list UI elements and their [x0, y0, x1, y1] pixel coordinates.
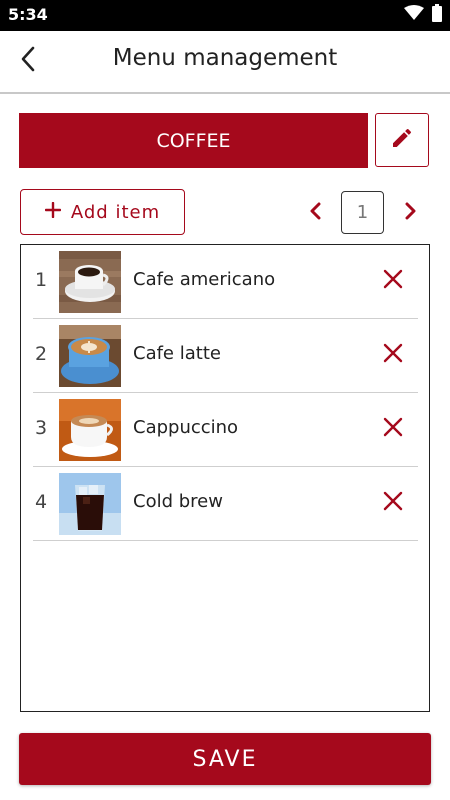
add-item-button[interactable]: Add item: [20, 189, 185, 235]
battery-icon: [432, 4, 442, 26]
item-name: Cafe americano: [133, 269, 276, 290]
page-number: 1: [341, 191, 384, 234]
cappuccino-photo: [59, 399, 121, 461]
pencil-icon: [390, 126, 414, 154]
edit-category-button[interactable]: [375, 113, 429, 167]
list-item[interactable]: 4 Cold brew: [33, 467, 418, 541]
close-icon: [383, 269, 403, 293]
close-icon: [383, 343, 403, 367]
wifi-icon: [404, 5, 424, 25]
item-name: Cappuccino: [133, 417, 239, 438]
latte-photo: [59, 325, 121, 387]
delete-item-button[interactable]: [377, 265, 409, 297]
list-item[interactable]: 2 Cafe latte: [33, 319, 418, 393]
item-number: 1: [34, 269, 48, 291]
americano-photo: [59, 251, 121, 313]
delete-item-button[interactable]: [377, 339, 409, 371]
chevron-right-icon: [405, 202, 417, 224]
close-icon: [383, 491, 403, 515]
category-selector[interactable]: COFFEE: [19, 113, 368, 168]
plus-icon: [44, 201, 62, 223]
status-bar: 5:34: [0, 0, 450, 31]
previous-page-button[interactable]: [300, 198, 330, 228]
cold-brew-photo: [59, 473, 121, 535]
app-bar: Menu management: [0, 31, 450, 94]
next-page-button[interactable]: [396, 198, 426, 228]
add-item-label: Add item: [70, 201, 161, 223]
status-icons: [404, 4, 442, 26]
item-name: Cafe latte: [133, 343, 221, 364]
item-number: 2: [34, 343, 48, 365]
close-icon: [383, 417, 403, 441]
delete-item-button[interactable]: [377, 413, 409, 445]
list-item[interactable]: 1 Cafe americano: [33, 245, 418, 319]
save-button[interactable]: SAVE: [19, 733, 431, 785]
delete-item-button[interactable]: [377, 487, 409, 519]
list-item[interactable]: 3 Cappuccino: [33, 393, 418, 467]
status-time: 5:34: [8, 5, 48, 24]
item-name: Cold brew: [133, 491, 223, 512]
item-number: 4: [34, 491, 48, 513]
page-title: Menu management: [112, 45, 338, 71]
item-number: 3: [34, 417, 48, 439]
chevron-left-icon: [309, 202, 321, 224]
menu-item-list: 1 Cafe americano 2 Cafe latte 3 Cappucci…: [20, 244, 430, 712]
